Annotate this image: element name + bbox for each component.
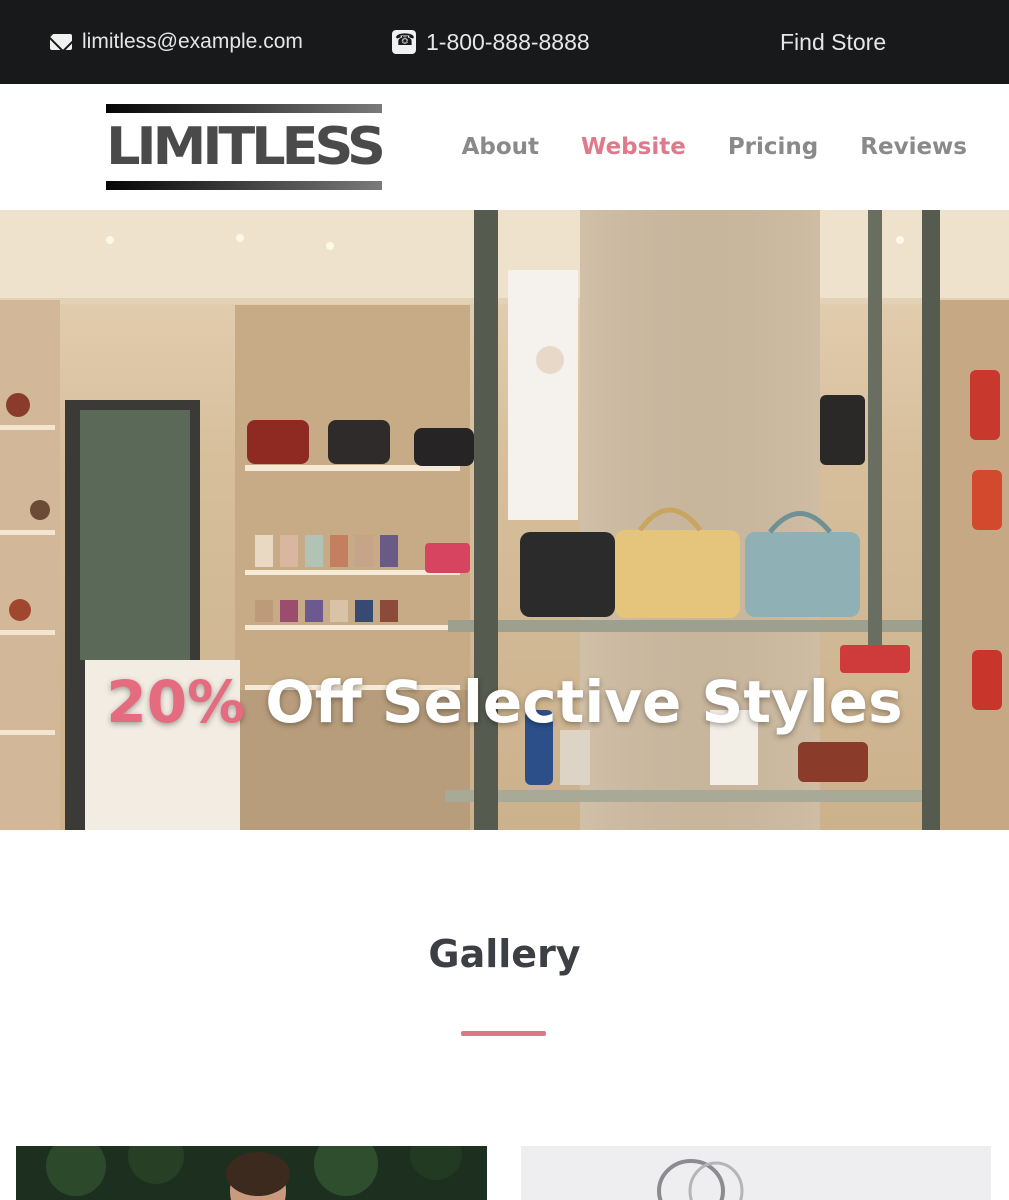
store-interior-image	[0, 210, 1009, 830]
nav-website[interactable]: Website	[581, 134, 686, 160]
contact-email-text: limitless@example.com	[82, 30, 303, 53]
nav-about[interactable]: About	[462, 134, 539, 160]
main-nav: About Website Pricing Reviews	[420, 84, 967, 210]
gallery-divider	[461, 1031, 546, 1036]
logo-bar-bottom	[106, 181, 382, 190]
nav-pricing[interactable]: Pricing	[728, 134, 818, 160]
top-contact-bar: limitless@example.com 1-800-888-8888 Fin…	[0, 0, 1009, 84]
hero-banner[interactable]: 20% Off Selective Styles	[0, 210, 1009, 830]
nav-reviews[interactable]: Reviews	[860, 134, 967, 160]
logo-bar-top	[106, 104, 382, 113]
gallery-heading: Gallery	[428, 932, 581, 976]
hero-discount: 20%	[106, 668, 246, 736]
find-store-link[interactable]: Find Store	[780, 0, 886, 84]
contact-phone-text: 1-800-888-8888	[426, 28, 590, 55]
phone-icon	[392, 30, 416, 54]
gallery-image-1[interactable]	[16, 1146, 487, 1200]
brand-logo[interactable]: LIMITLESS	[106, 104, 386, 190]
gallery-image-2[interactable]	[521, 1146, 991, 1200]
contact-phone[interactable]: 1-800-888-8888	[392, 0, 590, 84]
contact-email[interactable]: limitless@example.com	[50, 0, 303, 84]
hero-headline-text: Off Selective Styles	[245, 668, 903, 736]
logo-text: LIMITLESS	[106, 116, 386, 177]
mail-icon	[50, 34, 72, 50]
hero-headline: 20% Off Selective Styles	[0, 668, 1009, 736]
